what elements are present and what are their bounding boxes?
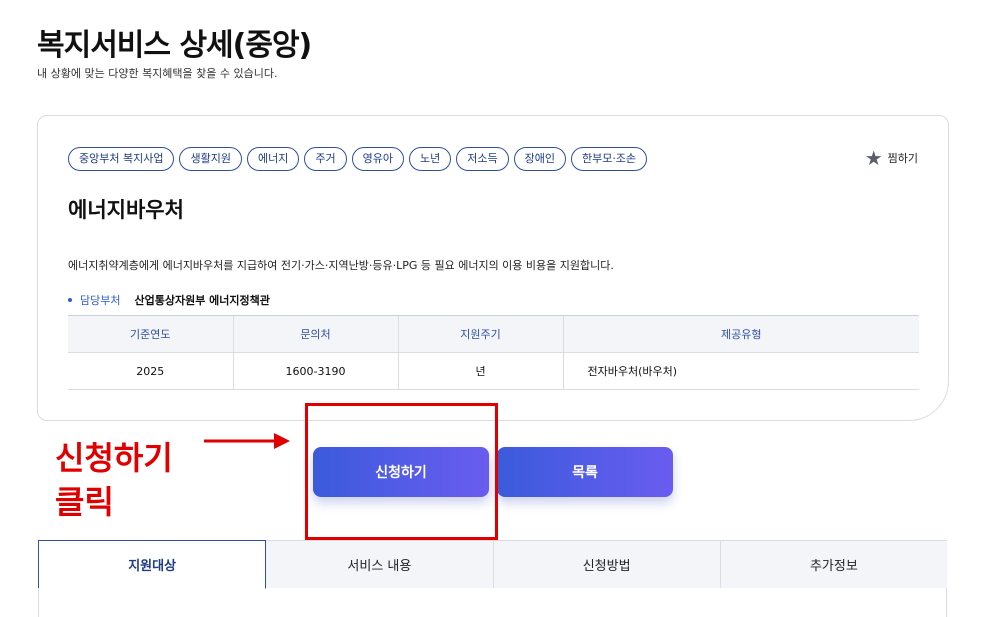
- tag-infants[interactable]: 영유아: [351, 147, 404, 171]
- list-button[interactable]: 목록: [497, 447, 673, 497]
- header-support-cycle: 지원주기: [397, 315, 563, 353]
- service-info-table: 기준연도 문의처 지원주기 제공유형 2025 1600-3190 년 전자바우…: [68, 315, 919, 390]
- tab-additional-info[interactable]: 추가정보: [720, 540, 947, 588]
- cell-base-year: 2025: [68, 352, 233, 390]
- tab-bar: 지원대상 서비스 내용 신청방법 추가정보: [38, 540, 947, 589]
- annotation-arrow-icon: [204, 433, 290, 449]
- tag-central-ministry[interactable]: 중앙부처 복지사업: [68, 147, 175, 171]
- tab-application-method[interactable]: 신청방법: [493, 540, 721, 588]
- bookmark-label: 찜하기: [887, 152, 918, 165]
- cell-contact: 1600-3190: [232, 352, 398, 390]
- tab-panel: [38, 588, 947, 617]
- page-title: 복지서비스 상세(중앙): [37, 28, 312, 63]
- bullet-icon: [68, 298, 72, 302]
- tag-list: 중앙부처 복지사업 생활지원 에너지 주거 영유아 노년 저소득 장애인 한부모…: [68, 147, 648, 171]
- bookmark-button[interactable]: ★ 찜하기: [864, 146, 918, 170]
- department-row: 담당부처 산업통상자원부 에너지정책관: [68, 292, 270, 308]
- cell-support-cycle: 년: [397, 352, 563, 390]
- table-header-row: 기준연도 문의처 지원주기 제공유형: [68, 315, 919, 353]
- tab-eligibility[interactable]: 지원대상: [38, 540, 267, 589]
- tag-elderly[interactable]: 노년: [408, 147, 452, 171]
- tag-energy[interactable]: 에너지: [246, 147, 300, 171]
- tag-low-income[interactable]: 저소득: [456, 147, 509, 171]
- cell-provision-type: 전자바우처(바우처): [562, 352, 919, 390]
- page-subtitle: 내 상황에 맞는 다양한 복지혜택을 찾을 수 있습니다.: [37, 67, 278, 80]
- department-label: 담당부처: [80, 294, 121, 307]
- annotation-text: 신청하기 클릭: [55, 439, 173, 521]
- service-description: 에너지취약계층에게 에너지바우처를 지급하여 전기·가스·지역난방·등유·LPG…: [68, 259, 614, 272]
- tab-service-content[interactable]: 서비스 내용: [266, 540, 494, 588]
- star-icon: ★: [864, 146, 883, 170]
- service-name: 에너지바우처: [68, 198, 184, 222]
- tag-disabled[interactable]: 장애인: [513, 147, 566, 171]
- header-base-year: 기준연도: [68, 315, 233, 353]
- header-contact: 문의처: [232, 315, 398, 353]
- service-card: 중앙부처 복지사업 생활지원 에너지 주거 영유아 노년 저소득 장애인 한부모…: [37, 115, 949, 421]
- header-provision-type: 제공유형: [562, 315, 919, 353]
- table-row: 2025 1600-3190 년 전자바우처(바우처): [68, 352, 919, 390]
- tag-living-support[interactable]: 생활지원: [179, 147, 242, 171]
- tag-single-parent[interactable]: 한부모·조손: [570, 147, 648, 171]
- tag-housing[interactable]: 주거: [304, 147, 347, 171]
- annotation-highlight-box: [305, 403, 498, 540]
- department-value: 산업통상자원부 에너지정책관: [134, 294, 270, 307]
